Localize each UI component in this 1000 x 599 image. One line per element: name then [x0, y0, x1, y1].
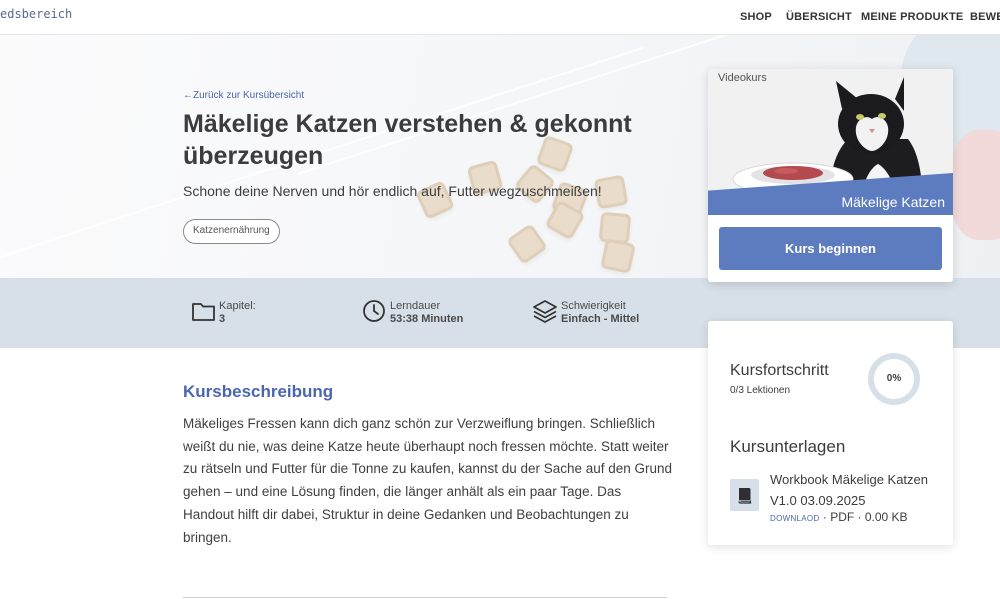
- stat-label: Lerndauer: [390, 300, 441, 312]
- divider: [183, 597, 667, 598]
- back-link-label: Zurück zur Kursübersicht: [193, 90, 305, 101]
- nav-overview[interactable]: ÜBERSICHT: [786, 11, 852, 23]
- course-subtitle: Schone deine Nerven und hör endlich auf,…: [183, 183, 602, 199]
- stat-value: 53:38 Minuten: [390, 313, 464, 325]
- download-link[interactable]: DOWNLAOD: [770, 514, 820, 523]
- arrow-left-icon: ←: [183, 90, 193, 101]
- file-info: · PDF · 0.00 KB: [822, 510, 908, 524]
- progress-title: Kursfortschritt: [730, 362, 829, 379]
- course-card: Videokurs Mäkelige Katzen Kurs beginnen: [708, 69, 953, 282]
- course-thumbnail[interactable]: Videokurs Mäkelige Katzen: [708, 69, 953, 215]
- folder-icon: [192, 303, 215, 321]
- course-type-label: Videokurs: [718, 72, 767, 84]
- stat-chapters: Kapitel: 3: [191, 298, 331, 330]
- material-file-meta: DOWNLAOD · PDF · 0.00 KB: [770, 510, 908, 524]
- materials-title: Kursunterlagen: [730, 437, 846, 456]
- nav-ratings[interactable]: BEWE: [970, 11, 1000, 23]
- stat-label: Schwierigkeit: [561, 300, 626, 312]
- back-to-courses-link[interactable]: ←Zurück zur Kursübersicht: [183, 90, 304, 101]
- stat-label: Kapitel:: [219, 300, 256, 312]
- nav-shop[interactable]: SHOP: [740, 11, 772, 23]
- kibble-decoration: [600, 238, 636, 274]
- progress-panel: Kursfortschritt 0/3 Lektionen 0% Kursunt…: [708, 321, 953, 545]
- nav-my-products[interactable]: MEINE PRODUKTE: [861, 11, 963, 23]
- stat-difficulty: Schwierigkeit Einfach - Mittel: [533, 298, 683, 330]
- stat-duration: Lerndauer 53:38 Minuten: [362, 298, 502, 330]
- stat-value: 3: [219, 313, 226, 325]
- kibble-decoration: [506, 223, 548, 265]
- start-course-button[interactable]: Kurs beginnen: [719, 227, 942, 270]
- category-tag[interactable]: Katzenernährung: [183, 219, 280, 244]
- top-navigation: edsbereich SHOP ÜBERSICHT MEINE PRODUKTE…: [0, 0, 1000, 35]
- brand-logo[interactable]: edsbereich: [0, 7, 72, 21]
- stat-value: Einfach - Mittel: [561, 313, 640, 325]
- layers-icon: [533, 300, 557, 323]
- progress-percent: 0%: [886, 373, 902, 384]
- progress-lessons: 0/3 Lektionen: [730, 385, 791, 396]
- course-banner-title: Mäkelige Katzen: [841, 194, 945, 210]
- description-text: Mäkeliges Fressen kann dich ganz schön z…: [183, 416, 673, 545]
- description-heading: Kursbeschreibung: [183, 382, 334, 401]
- course-title: Mäkelige Katzen verstehen & gekonnt über…: [183, 110, 632, 170]
- clock-icon: [363, 300, 385, 322]
- material-file-name[interactable]: Workbook Mäkelige Katzen V1.0 03.09.2025: [770, 469, 935, 511]
- book-icon: [730, 479, 759, 511]
- hero-decoration: [950, 130, 1000, 240]
